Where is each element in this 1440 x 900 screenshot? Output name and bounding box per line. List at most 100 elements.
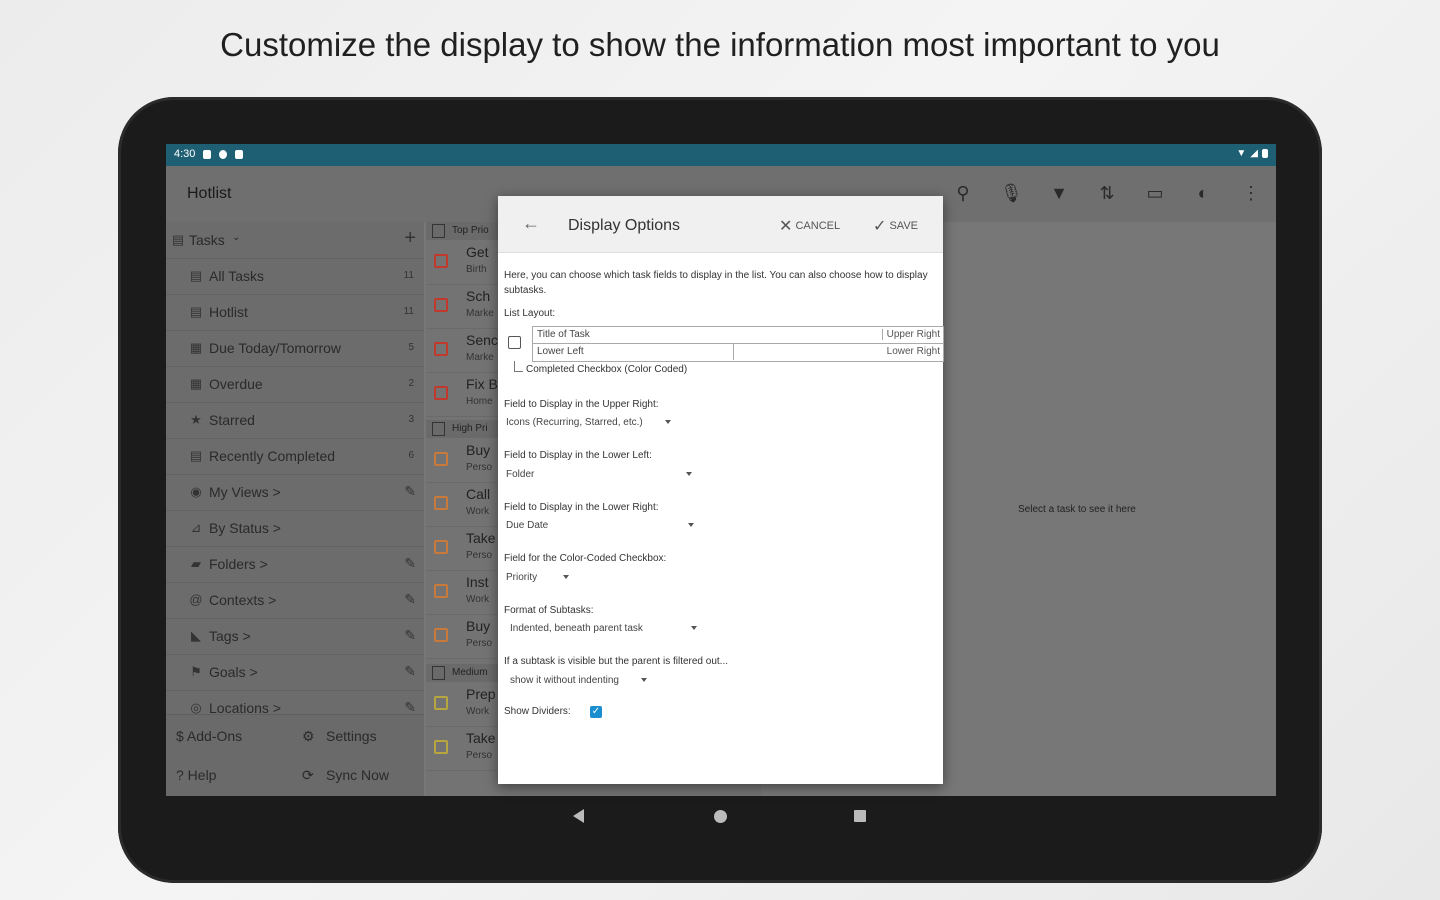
group-icon (432, 224, 445, 238)
search-icon[interactable]: ⚲ (952, 182, 974, 204)
microphone-icon[interactable]: 🎙 (1000, 182, 1023, 204)
color-checkbox-dropdown[interactable]: Priority (506, 572, 570, 583)
save-button[interactable]: ✓ SAVE (873, 216, 918, 236)
dialog-header: ← Display Options ✕ CANCEL ✓ SAVE (498, 196, 943, 253)
view-mode-icon[interactable]: ◐ (1192, 182, 1214, 204)
color-checkbox-label: Field for the Color-Coded Checkbox: (504, 553, 667, 564)
sidebar-section-label: Tasks (189, 232, 225, 248)
cancel-label: CANCEL (795, 219, 841, 232)
overflow-menu-icon[interactable]: ⋮ (1240, 182, 1262, 204)
addons-button[interactable]: $ Add-Ons (176, 728, 242, 744)
upper-right-dropdown[interactable]: Icons (Recurring, Starred, etc.) (506, 417, 671, 428)
back-arrow-icon[interactable]: ← (522, 213, 540, 234)
dropdown-arrow-icon (640, 678, 647, 683)
task-checkbox[interactable] (434, 628, 448, 642)
sidebar-section-tasks[interactable]: ▤ Tasks ⌄ + (166, 222, 424, 259)
help-button[interactable]: ? Help (176, 767, 216, 783)
sidebar-item-overdue[interactable]: ▦ Overdue 2 (166, 366, 424, 403)
task-checkbox[interactable] (434, 386, 448, 400)
filter-icon[interactable]: ▼ (1048, 182, 1070, 204)
sidebar-item-label: Tags > (209, 628, 251, 644)
sort-icon[interactable]: ⇅ (1096, 182, 1118, 204)
sidebar-item-my-views[interactable]: ◉ My Views > ✎ (166, 474, 424, 511)
eye-icon: ◉ (190, 484, 202, 499)
layout-connector (514, 361, 523, 372)
home-nav-icon[interactable] (714, 810, 727, 823)
sidebar-item-starred[interactable]: ★ Starred 3 (166, 402, 424, 439)
edit-pencil-icon[interactable]: ✎ (404, 591, 416, 608)
sidebar-item-count: 5 (408, 342, 414, 353)
gear-icon: ⚙ (302, 728, 315, 744)
sidebar-item-recently-completed[interactable]: ▤ Recently Completed 6 (166, 438, 424, 475)
task-subtitle: Home (466, 396, 493, 407)
task-title: Call (466, 486, 491, 502)
edit-pencil-icon[interactable]: ✎ (404, 483, 416, 500)
task-checkbox[interactable] (434, 342, 448, 356)
display-options-icon[interactable]: ▭ (1144, 182, 1166, 204)
task-subtitle: Marke (466, 308, 494, 319)
sync-now-button[interactable]: Sync Now (326, 767, 389, 783)
task-checkbox[interactable] (434, 740, 448, 754)
sidebar-item-label: By Status > (209, 520, 281, 536)
wifi-icon: ▼ (1236, 148, 1247, 159)
show-dividers-checkbox[interactable]: ✓ (590, 706, 602, 718)
upper-right-label: Field to Display in the Upper Right: (504, 399, 659, 410)
sidebar-item-all-tasks[interactable]: ▤ All Tasks 11 (166, 258, 424, 295)
task-checkbox[interactable] (434, 452, 448, 466)
sidebar-item-locations[interactable]: ◎ Locations > ✎ (166, 690, 424, 717)
task-subtitle: Work (466, 706, 490, 717)
hotlist-icon: ▤ (189, 304, 203, 319)
at-sign-icon: @ (189, 592, 203, 607)
sidebar-item-label: Due Today/Tomorrow (209, 340, 342, 356)
lower-left-dropdown[interactable]: Folder (506, 469, 693, 480)
sidebar-item-count: 6 (408, 450, 414, 461)
settings-button[interactable]: Settings (326, 728, 377, 744)
sync-status-icon (219, 149, 228, 159)
edit-pencil-icon[interactable]: ✎ (404, 555, 416, 572)
check-icon: ✓ (873, 218, 887, 235)
filtered-parent-dropdown[interactable]: show it without indenting (510, 675, 647, 686)
battery-icon (1262, 149, 1268, 158)
lower-right-dropdown[interactable]: Due Date (506, 520, 695, 531)
task-title: Senc (466, 332, 498, 348)
sidebar-item-hotlist[interactable]: ▤ Hotlist 11 (166, 294, 424, 331)
sidebar-item-label: Overdue (209, 376, 263, 392)
sidebar-item-tags[interactable]: ◣ Tags > ✎ (166, 618, 424, 655)
subtasks-dropdown[interactable]: Indented, beneath parent task (510, 623, 697, 634)
add-icon[interactable]: + (404, 227, 416, 250)
sidebar-item-count: 11 (403, 270, 414, 281)
task-checkbox[interactable] (434, 584, 448, 598)
task-checkbox[interactable] (434, 540, 448, 554)
edit-pencil-icon[interactable]: ✎ (404, 627, 416, 644)
status-icon: ⊿ (190, 520, 202, 535)
task-subtitle: Marke (466, 352, 494, 363)
dropdown-arrow-icon (686, 472, 693, 477)
cancel-button[interactable]: ✕ CANCEL (779, 216, 840, 236)
sidebar-item-goals[interactable]: ⚑ Goals > ✎ (166, 654, 424, 691)
task-checkbox[interactable] (434, 696, 448, 710)
sidebar-item-contexts[interactable]: @ Contexts > ✎ (166, 582, 424, 619)
task-checkbox[interactable] (434, 298, 448, 312)
task-checkbox[interactable] (434, 254, 448, 268)
task-title: Buy (466, 442, 491, 458)
back-nav-icon[interactable] (573, 809, 584, 823)
task-title: Fix B (466, 376, 498, 392)
calendar-icon: ▦ (189, 340, 203, 355)
sidebar-item-label: Contexts > (209, 592, 277, 608)
sidebar-item-count: 2 (408, 378, 414, 389)
dropdown-value: show it without indenting (510, 675, 619, 686)
edit-pencil-icon[interactable]: ✎ (404, 663, 416, 680)
sidebar-item-folders[interactable]: ▰ Folders > ✎ (166, 546, 424, 583)
notification-icon (203, 149, 212, 159)
sidebar-item-label: All Tasks (209, 268, 264, 284)
navigation-bar (166, 796, 1276, 838)
recents-nav-icon[interactable] (854, 810, 866, 822)
sidebar-item-label: Recently Completed (209, 448, 336, 464)
dropdown-arrow-icon (688, 523, 695, 528)
task-title: Take (466, 730, 496, 746)
sidebar-item-due-today[interactable]: ▦ Due Today/Tomorrow 5 (166, 330, 424, 367)
sidebar-item-label: Goals > (209, 664, 258, 680)
sidebar-item-by-status[interactable]: ⊿ By Status > (166, 510, 424, 547)
group-icon (432, 666, 445, 680)
task-checkbox[interactable] (434, 496, 448, 510)
